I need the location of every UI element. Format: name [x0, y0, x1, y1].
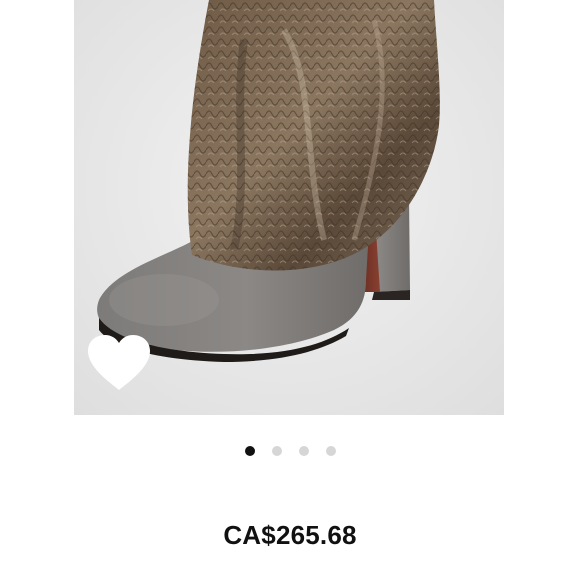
product-page: CA$265.68: [0, 0, 580, 580]
product-price: CA$265.68: [223, 520, 357, 550]
carousel-dot-3[interactable]: [298, 446, 309, 456]
carousel-dot-1[interactable]: [244, 446, 255, 456]
carousel-dot-4[interactable]: [325, 446, 336, 456]
favorite-button[interactable]: [82, 332, 156, 394]
carousel-dot-2[interactable]: [271, 446, 282, 456]
heart-icon: [88, 335, 150, 390]
carousel-dots: [0, 446, 580, 458]
